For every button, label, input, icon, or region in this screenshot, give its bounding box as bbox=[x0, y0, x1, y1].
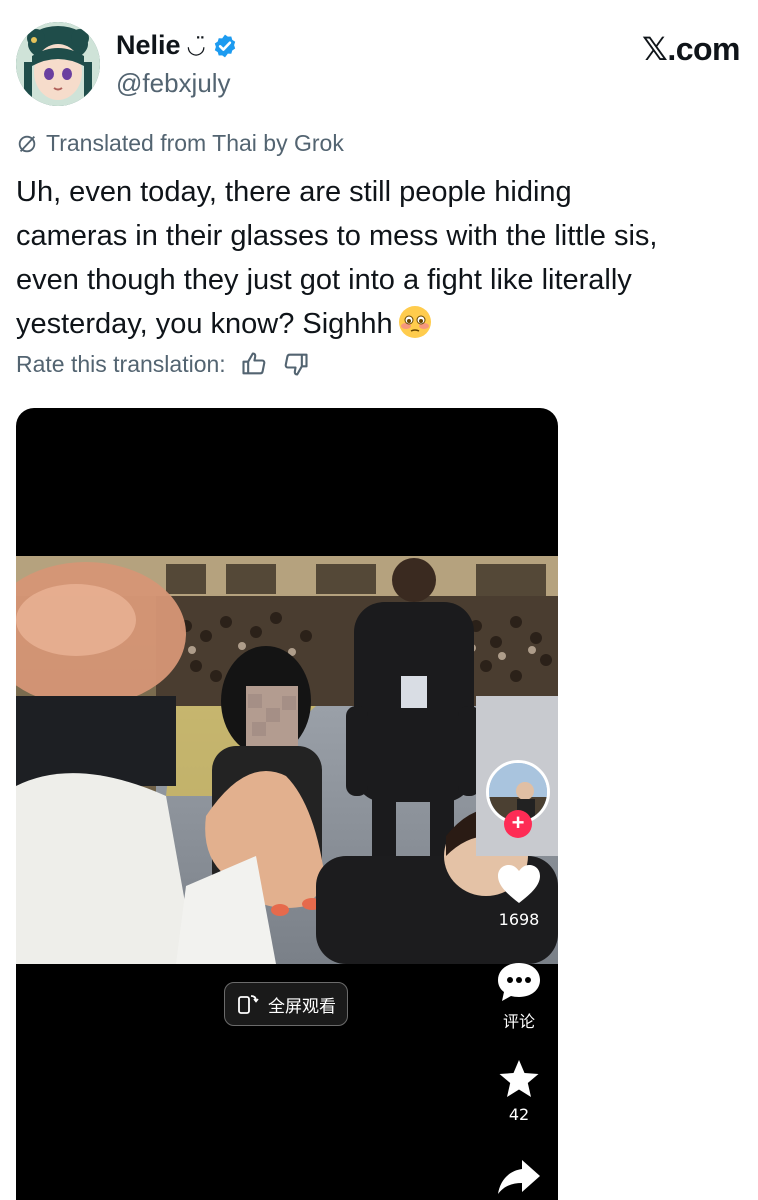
follow-plus-button[interactable]: + bbox=[504, 810, 532, 838]
author-avatar[interactable] bbox=[16, 22, 100, 106]
favorite-action[interactable]: 42 bbox=[484, 1058, 554, 1124]
share-action[interactable] bbox=[484, 1156, 554, 1200]
fullscreen-label: 全屏观看 bbox=[268, 996, 336, 1016]
embedded-video[interactable]: + 1698 评论 42 全屏观看 bbox=[16, 408, 558, 1200]
rate-translation-row: Rate this translation: bbox=[16, 350, 310, 378]
comment-label: 评论 bbox=[502, 1012, 535, 1031]
heart-icon[interactable] bbox=[496, 863, 542, 905]
x-brand-logo: 𝕏.com bbox=[642, 31, 740, 67]
tweet-header: Nelie ◡̈ @febxjuly 𝕏.com bbox=[16, 22, 742, 106]
comment-action[interactable]: 评论 bbox=[484, 961, 554, 1032]
like-action[interactable]: 1698 bbox=[484, 863, 554, 929]
translation-notice: Translated from Thai by Grok bbox=[16, 130, 344, 157]
rotate-phone-icon bbox=[238, 995, 259, 1014]
flushed-face-icon bbox=[398, 306, 431, 338]
video-frame-image bbox=[16, 556, 558, 964]
rate-translation-label: Rate this translation: bbox=[16, 350, 226, 377]
like-count: 1698 bbox=[498, 910, 540, 929]
favorite-count: 42 bbox=[508, 1105, 530, 1124]
anime-avatar-icon bbox=[16, 22, 100, 106]
share-arrow-icon[interactable] bbox=[496, 1156, 542, 1198]
tweet-line: yesterday, you know? Sighhh bbox=[16, 302, 742, 346]
author-name-row: Nelie ◡̈ bbox=[116, 30, 238, 61]
tweet-line: even though they just got into a fight l… bbox=[16, 264, 632, 296]
comment-bubble-icon[interactable] bbox=[496, 961, 542, 1003]
tweet-line: Uh, even today, there are still people h… bbox=[16, 176, 572, 208]
author-display-name[interactable]: Nelie bbox=[116, 30, 181, 61]
translate-slash-icon bbox=[18, 135, 36, 152]
translation-notice-text: Translated from Thai by Grok bbox=[46, 130, 344, 156]
verified-badge-icon bbox=[214, 34, 235, 57]
thumbs-down-icon[interactable] bbox=[282, 350, 310, 378]
tweet-line-text: yesterday, you know? Sighhh bbox=[16, 308, 393, 340]
author-handle[interactable]: @febxjuly bbox=[116, 68, 231, 99]
tweet-body: Uh, even today, there are still people h… bbox=[16, 170, 742, 346]
thumbs-up-icon[interactable] bbox=[240, 350, 268, 378]
name-emoji: ◡̈ bbox=[186, 32, 206, 58]
star-icon[interactable] bbox=[496, 1058, 542, 1100]
fullscreen-button[interactable]: 全屏观看 bbox=[224, 982, 348, 1026]
tweet-line: cameras in their glasses to mess with th… bbox=[16, 220, 658, 252]
